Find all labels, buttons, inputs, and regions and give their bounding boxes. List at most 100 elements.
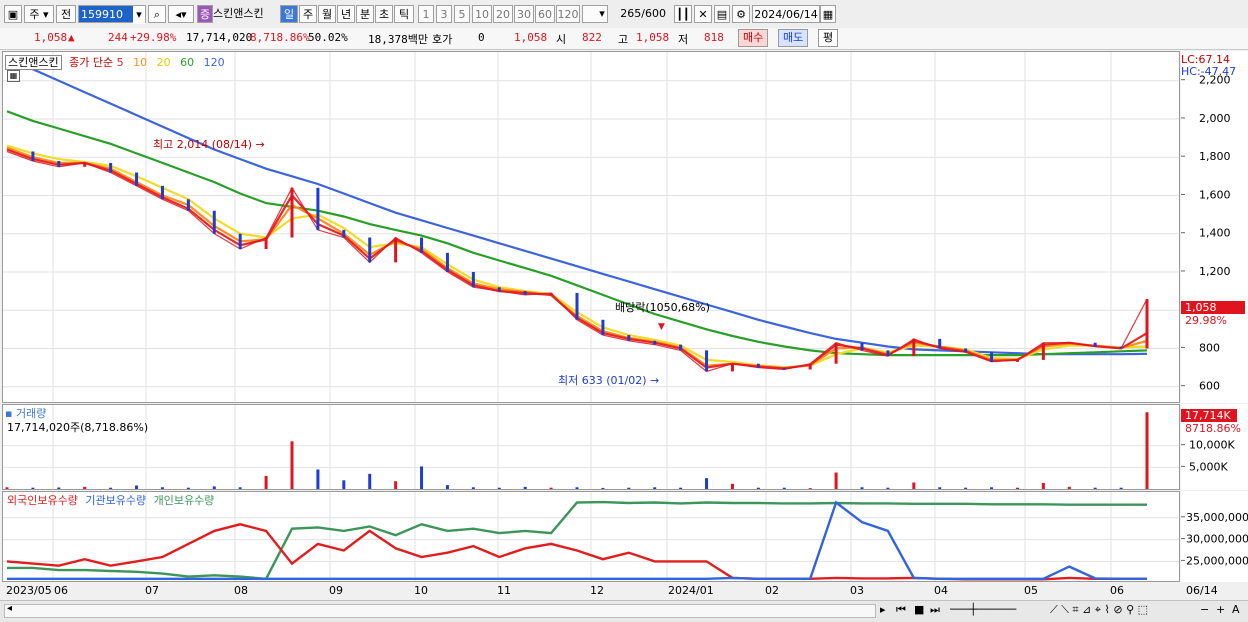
candle	[316, 187, 320, 230]
gear-icon[interactable]: ⚙	[732, 5, 750, 23]
buy-button[interactable]: 매수	[738, 29, 769, 47]
volume-bar	[808, 488, 812, 489]
candle-icon[interactable]: ┃┃	[674, 5, 692, 23]
interval-1[interactable]: 1	[418, 5, 434, 23]
period-day[interactable]: 일	[280, 5, 298, 23]
volume-bar	[1145, 412, 1149, 489]
candle	[575, 292, 579, 320]
price-tick-label: 800	[1199, 341, 1220, 354]
volume-bar	[31, 487, 35, 489]
stock-badge: 증	[197, 5, 213, 23]
drawing-tools-icon[interactable]: ⟋ ⟍ ⌗ ⊿ ⌖ ⌇ ⊘ ⚲ ⬚	[1050, 603, 1148, 617]
crosshair-icon[interactable]: ✕	[694, 5, 712, 23]
institution-label: 기관보유수량	[85, 494, 147, 507]
candle	[394, 237, 398, 263]
x-tick-label: 05	[1024, 584, 1038, 597]
price-tick-label: 1,800	[1199, 150, 1231, 163]
candle	[808, 363, 812, 370]
grid-icon[interactable]: ▦	[7, 70, 20, 82]
volume-bar	[238, 487, 242, 489]
interval-5[interactable]: 5	[454, 5, 470, 23]
interval-10[interactable]: 10	[472, 5, 492, 23]
volume-bar	[497, 487, 501, 489]
chevron-down-icon[interactable]: ▾	[596, 5, 608, 23]
interval-3[interactable]: 3	[436, 5, 452, 23]
candle	[238, 233, 242, 249]
low-annotation-text: 최저 633 (01/02)	[558, 374, 647, 387]
interval-30[interactable]: 30	[514, 5, 534, 23]
volume-bar	[264, 476, 268, 489]
zoom-out-icon[interactable]: −	[1200, 603, 1209, 616]
volume-bar	[212, 486, 216, 489]
period-tick[interactable]: 틱	[394, 5, 414, 23]
candle	[471, 271, 475, 288]
window-icon[interactable]: ▣	[4, 5, 22, 23]
calendar-icon[interactable]: ▦	[820, 5, 836, 23]
volume-bar	[160, 487, 164, 489]
zoom-slider[interactable]: ───┼──────	[950, 603, 1016, 616]
stop-icon[interactable]: ■	[914, 603, 924, 616]
holdings-panel[interactable]: 외국인보유수량 기관보유수량 개인보유수량	[2, 491, 1180, 582]
candle	[1067, 342, 1071, 344]
candle	[186, 199, 190, 211]
x-tick-label: 03	[850, 584, 864, 597]
interval-120[interactable]: 120	[556, 5, 580, 23]
font-size-icon[interactable]: A	[1232, 603, 1240, 616]
high-annotation: 최고 2,014 (08/14) →	[153, 138, 265, 151]
volume-bar	[938, 487, 942, 489]
interval-20[interactable]: 20	[493, 5, 513, 23]
interval-60[interactable]: 60	[535, 5, 555, 23]
price-panel[interactable]: 스킨앤스킨 종가 단순 5 10 20 60 120 ▦ 최고 2,014 (0…	[2, 51, 1180, 403]
candle	[549, 292, 553, 295]
period-second[interactable]: 초	[375, 5, 393, 23]
volume-bar	[445, 485, 449, 489]
period-minute[interactable]: 분	[356, 5, 374, 23]
rewind-icon[interactable]: ⏮	[896, 603, 906, 617]
period-year[interactable]: 년	[337, 5, 355, 23]
save-icon[interactable]: ▤	[714, 5, 730, 23]
volume-bar	[886, 487, 890, 489]
code-input[interactable]: 159910 ▾	[78, 5, 146, 24]
candle	[730, 363, 734, 372]
chevron-down-icon[interactable]: ▾	[133, 6, 145, 24]
search-icon[interactable]: ⌕	[148, 5, 166, 23]
individual-label: 개인보유수량	[153, 494, 215, 507]
period-week[interactable]: 주	[299, 5, 317, 23]
scrollbar[interactable]: ◂	[4, 603, 876, 618]
eval-button[interactable]: 평	[818, 29, 839, 47]
scroll-left-icon[interactable]: ◂	[7, 603, 12, 614]
close-line	[6, 150, 1148, 373]
price-axis-svg: 6008001,0001,2001,4001,6001,8002,0002,20…	[1181, 74, 1231, 393]
volume-pct: 8,718.86%	[250, 31, 310, 44]
zoom-in-icon[interactable]: +	[1216, 603, 1225, 616]
high-label: 고	[618, 33, 629, 46]
bottom-bar: ◂ ▸ ⏮ ■ ⏭ ───┼────── ⟋ ⟍ ⌗ ⊿ ⌖ ⌇ ⊘ ⚲ ⬚ −…	[0, 600, 1248, 622]
sell-button[interactable]: 매도	[778, 29, 809, 47]
volume-panel[interactable]: ▪ 거래량 17,714,020주(8,718.86%)	[2, 404, 1180, 490]
individual-line	[7, 500, 1147, 581]
x-tick-label: 12	[590, 584, 604, 597]
type-select-value: 주	[29, 8, 40, 21]
holdings-axis-svg: 25,000,000 30,000,000 35,000,000	[1181, 511, 1248, 567]
count-display[interactable]: 265/600	[612, 5, 668, 23]
market-select[interactable]: 전	[56, 5, 76, 23]
volume-value-text: 17,714,020주(8,718.86%)	[7, 421, 149, 434]
forward-icon[interactable]: ⏭	[930, 603, 940, 617]
ma10-line	[6, 146, 1148, 370]
volume-bar	[730, 483, 734, 489]
scroll-right-icon[interactable]: ▸	[880, 603, 886, 616]
volume-bar	[316, 469, 320, 489]
candle	[679, 344, 683, 351]
candle	[264, 237, 268, 249]
volume-bar	[1119, 487, 1123, 489]
speaker-icon[interactable]: ◂▾	[168, 5, 194, 23]
period-month[interactable]: 월	[318, 5, 336, 23]
volume-bar	[290, 441, 294, 489]
code-value: 159910	[81, 8, 123, 21]
candle	[964, 348, 968, 353]
type-select[interactable]: 주 ▾	[24, 5, 54, 23]
date-input[interactable]: 2024/06/14	[752, 5, 820, 23]
candle	[627, 335, 631, 341]
candle	[83, 162, 87, 167]
open-label: 시	[556, 33, 567, 46]
